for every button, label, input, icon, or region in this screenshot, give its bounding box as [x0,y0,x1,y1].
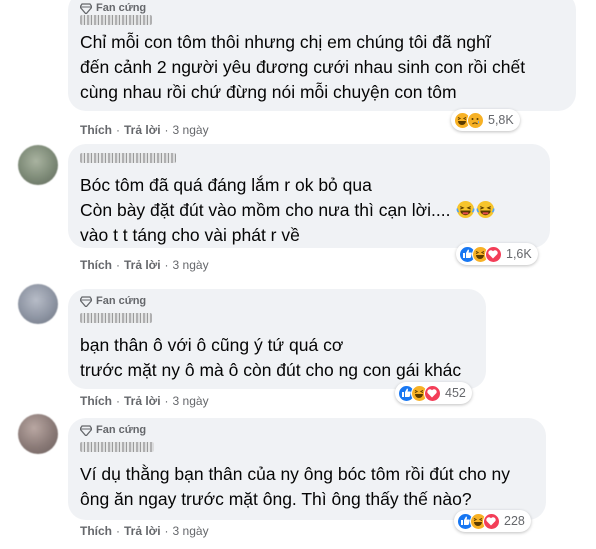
timestamp[interactable]: 3 ngày [173,524,209,538]
reaction-count: 228 [504,514,525,528]
comment-text-line: Ví dụ thằng bạn thân của ny ông bóc tôm … [80,464,511,484]
diamond-icon [80,295,92,307]
separator-dot: · [116,524,120,538]
reaction-count: 1,6K [506,247,532,261]
separator-dot: · [164,394,169,408]
reaction-count: 5,8K [488,113,514,127]
badge-label: Fan cứng [96,424,147,436]
timestamp[interactable]: 3 ngày [173,258,209,272]
author-name[interactable] [80,153,176,163]
comment-actions: Thích · Trả lời · 3 ngày [80,123,209,137]
love-icon [483,512,500,530]
separator-dot: · [164,524,169,538]
like-link[interactable]: Thích [80,524,112,538]
laughing-emoji-icon [476,200,495,219]
reply-link[interactable]: Trả lời [124,123,161,137]
diamond-icon [80,2,92,14]
avatar[interactable] [18,414,58,454]
author-name[interactable] [80,313,152,323]
reply-link[interactable]: Trả lời [124,258,161,272]
reaction-summary[interactable]: 5,8K [451,109,520,131]
fan-badge[interactable]: Fan cứng [80,2,146,14]
author-name[interactable] [80,15,152,25]
separator-dot: · [164,258,169,272]
comment-text-line: ông ăn ngay trước mặt ông. Thì ông thấy … [80,489,472,509]
comment-text-line: Còn bày đặt đút vào mồm cho nưa thì cạn … [80,198,495,223]
comment-bubble: Fan cứng bạn thân ô với ô cũng ý tứ quá … [68,289,486,389]
badge-label: Fan cứng [96,2,147,14]
comment-text-line: vào t t táng cho vài phát r về [80,225,300,245]
separator-dot: · [116,394,120,408]
reaction-summary[interactable]: 228 [454,510,531,532]
fan-badge[interactable]: Fan cứng [80,424,146,436]
comment-actions: Thích · Trả lời · 3 ngày [80,524,209,538]
comment-text-line: trước mặt ny ô mà ô còn đút cho ng con g… [80,360,462,380]
author-name[interactable] [80,442,154,452]
diamond-icon [80,424,92,436]
timestamp[interactable]: 3 ngày [173,123,209,137]
comment-text-line: cùng nhau rồi chứ đừng nói mỗi chuyện co… [80,82,457,102]
comment-actions: Thích · Trả lời · 3 ngày [80,258,209,272]
comment-text-span: Còn bày đặt đút vào mồm cho nưa thì cạn … [80,200,451,220]
laughing-emoji-icon [456,200,475,219]
reply-link[interactable]: Trả lời [124,394,161,408]
comment-text-line: bạn thân ô với ô cũng ý tứ quá cơ [80,335,344,355]
like-link[interactable]: Thích [80,394,112,408]
comment-text-line: Bóc tôm đã quá đáng lắm r ok bỏ qua [80,175,372,195]
comment-bubble: Fan cứng Chỉ mỗi con tôm thôi nhưng chị … [68,0,576,111]
love-icon [485,245,502,263]
like-link[interactable]: Thích [80,258,112,272]
avatar[interactable] [18,145,58,185]
reaction-summary[interactable]: 452 [395,382,472,404]
comment-bubble: Fan cứng Ví dụ thằng bạn thân của ny ông… [68,418,546,520]
reaction-count: 452 [445,386,466,400]
comment-bubble: Bóc tôm đã quá đáng lắm r ok bỏ qua Còn … [68,144,550,248]
reply-link[interactable]: Trả lời [124,524,161,538]
comment-text-line: Chỉ mỗi con tôm thôi nhưng chị em chúng … [80,32,491,52]
like-link[interactable]: Thích [80,123,112,137]
comment-text-line: đến cảnh 2 người yêu đương cưới nhau sin… [80,57,526,77]
badge-label: Fan cứng [96,295,147,307]
comment-actions: Thích · Trả lời · 3 ngày [80,394,209,408]
avatar[interactable] [18,284,58,324]
timestamp[interactable]: 3 ngày [173,394,209,408]
fan-badge[interactable]: Fan cứng [80,295,146,307]
separator-dot: · [116,123,120,137]
reaction-summary[interactable]: 1,6K [456,243,538,265]
love-icon [424,384,441,402]
separator-dot: · [116,258,120,272]
sad-icon [467,111,484,129]
separator-dot: · [164,123,169,137]
